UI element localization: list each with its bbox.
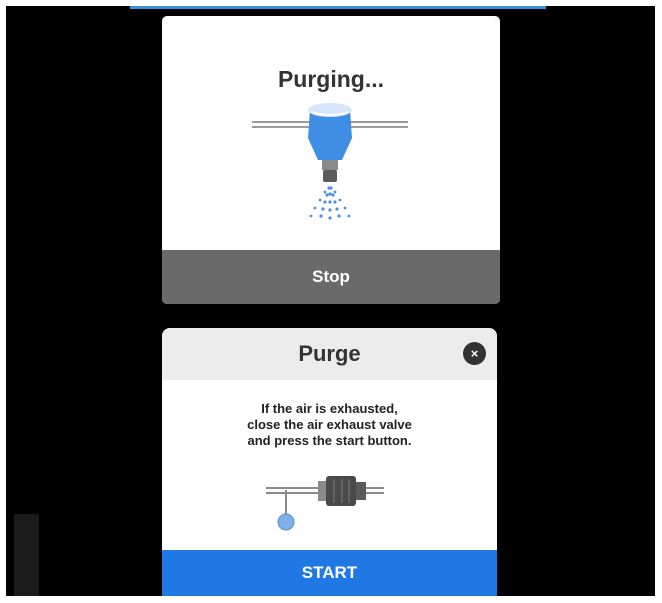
purge-dialog: Purge × If the air is exhausted, close t… — [162, 328, 497, 596]
stop-button[interactable]: Stop — [162, 250, 500, 304]
purge-instructions: If the air is exhausted, close the air e… — [162, 401, 497, 449]
instruction-line: If the air is exhausted, — [261, 401, 398, 416]
start-button[interactable]: START — [162, 550, 497, 596]
close-icon: × — [470, 346, 479, 361]
purge-dialog-header: Purge × — [162, 328, 497, 380]
top-accent-line — [130, 6, 546, 9]
close-button[interactable]: × — [463, 342, 486, 365]
spray-nozzle-icon — [252, 103, 408, 220]
device-screen: Purging... Stop Purge × If the air is ex… — [6, 6, 655, 596]
air-exhaust-valve-icon — [266, 476, 384, 531]
instruction-line: close the air exhaust valve — [247, 417, 412, 432]
background-strip — [14, 514, 39, 596]
purging-dialog: Purging... Stop — [162, 16, 500, 304]
instruction-line: and press the start button. — [247, 433, 412, 448]
purge-title: Purge — [298, 341, 361, 366]
purging-title: Purging... — [277, 66, 385, 92]
